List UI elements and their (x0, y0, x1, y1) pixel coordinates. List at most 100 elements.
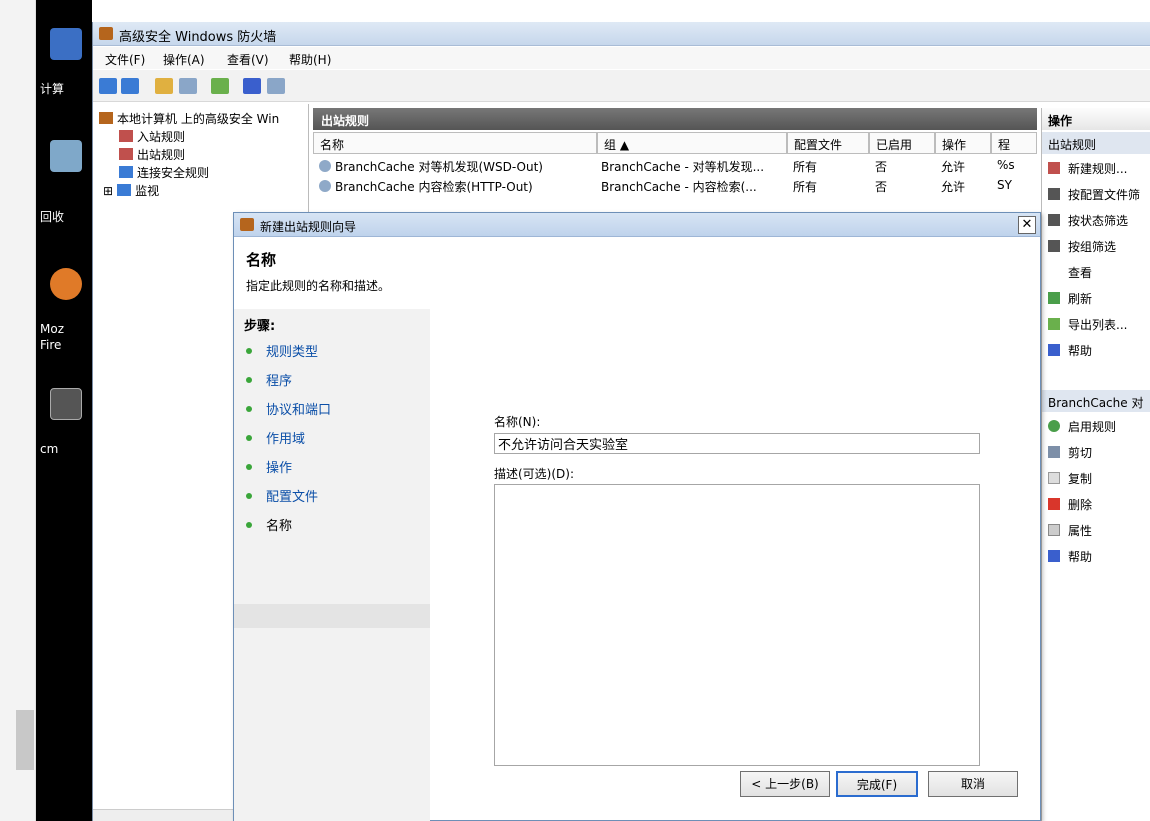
help-icon (1048, 550, 1060, 562)
column-group[interactable]: 组 ▲ (597, 132, 787, 154)
show-tree-icon[interactable] (179, 78, 197, 94)
current-step-highlight (234, 604, 430, 628)
firewall-icon (99, 112, 113, 124)
computer-icon[interactable] (50, 28, 82, 60)
show-action-pane-icon[interactable] (267, 78, 285, 94)
menu-action[interactable]: 操作(A) (163, 51, 205, 68)
refresh-icon (1048, 292, 1060, 304)
action-delete[interactable]: 删除 (1048, 496, 1092, 513)
action-label: 帮助 (1068, 344, 1093, 358)
cell-action: 允许 (941, 160, 966, 174)
finish-button[interactable]: 完成(F) (836, 771, 918, 797)
action-filter-group[interactable]: 按组筛选 (1048, 238, 1116, 255)
tree-item-outbound[interactable]: 出站规则 (119, 146, 185, 163)
back-button[interactable]: < 上一步(B) (740, 771, 830, 797)
cell-program: SY (997, 178, 1012, 192)
view-icon (1048, 266, 1060, 278)
cell-program: %s (997, 158, 1015, 172)
delete-icon (1048, 498, 1060, 510)
rule-disabled-icon (319, 160, 331, 172)
connection-security-icon (119, 166, 133, 178)
export-icon[interactable] (211, 78, 229, 94)
column-name[interactable]: 名称 (313, 132, 597, 154)
step-bullet-icon (246, 464, 252, 470)
actions-header: 操作 (1042, 108, 1150, 130)
cmd-icon[interactable] (50, 388, 82, 420)
menu-view[interactable]: 查看(V) (227, 51, 269, 68)
back-arrow-icon[interactable] (99, 78, 117, 94)
host-left-panel (0, 0, 36, 821)
action-new-rule[interactable]: 新建规则... (1048, 160, 1127, 177)
cell-name: BranchCache 内容检索(HTTP-Out) (335, 180, 533, 194)
cancel-button[interactable]: 取消 (928, 771, 1018, 797)
action-label: 复制 (1068, 472, 1093, 486)
action-filter-profile[interactable]: 按配置文件筛 (1048, 186, 1140, 203)
tree-item-inbound[interactable]: 入站规则 (119, 128, 185, 145)
firewall-icon (240, 218, 254, 231)
step-program[interactable]: 程序 (266, 370, 292, 389)
wizard-subtitle: 指定此规则的名称和描述。 (246, 279, 391, 293)
desktop-label-computer: 计算 (40, 82, 65, 96)
action-help[interactable]: 帮助 (1048, 342, 1092, 359)
help-icon (1048, 344, 1060, 356)
action-help-rule[interactable]: 帮助 (1048, 548, 1092, 565)
recycle-bin-icon[interactable] (50, 140, 82, 172)
steps-title: 步骤: (244, 319, 276, 334)
toolbar (93, 70, 1150, 102)
column-enabled[interactable]: 已启用 (869, 132, 935, 154)
description-field-label: 描述(可选)(D): (494, 467, 575, 481)
step-name[interactable]: 名称 (266, 515, 292, 534)
cell-action: 允许 (941, 180, 966, 194)
action-filter-state[interactable]: 按状态筛选 (1048, 212, 1128, 229)
step-scope[interactable]: 作用域 (266, 428, 305, 447)
column-program[interactable]: 程 (991, 132, 1037, 154)
window-titlebar[interactable]: 高级安全 Windows 防火墙 (93, 22, 1150, 46)
rule-disabled-icon (319, 180, 331, 192)
firefox-icon[interactable] (50, 268, 82, 300)
tree-item-connection-security[interactable]: 连接安全规则 (119, 164, 209, 181)
step-profile[interactable]: 配置文件 (266, 486, 318, 505)
action-enable-rule[interactable]: 启用规则 (1048, 418, 1116, 435)
step-rule-type[interactable]: 规则类型 (266, 341, 318, 360)
action-label: 属性 (1068, 524, 1093, 538)
export-icon (1048, 318, 1060, 330)
step-action[interactable]: 操作 (266, 457, 292, 476)
actions-section-outbound[interactable]: 出站规则 (1042, 132, 1150, 154)
scissors-icon (1048, 446, 1060, 458)
menu-file[interactable]: 文件(F) (105, 51, 145, 68)
help-icon[interactable] (243, 78, 261, 94)
actions-section-rule[interactable]: BranchCache 对 (1042, 390, 1150, 412)
column-action[interactable]: 操作 (935, 132, 991, 154)
new-outbound-rule-wizard: 新建出站规则向导 ✕ 名称 指定此规则的名称和描述。 步骤: 规则类型 程序 协… (233, 212, 1041, 821)
menu-help[interactable]: 帮助(H) (289, 51, 331, 68)
tree-item-monitor[interactable]: ⊞ 监视 (103, 182, 159, 199)
close-icon[interactable]: ✕ (1018, 216, 1036, 234)
tree-root-label: 本地计算机 上的高级安全 Win (117, 112, 280, 126)
action-cut[interactable]: 剪切 (1048, 444, 1092, 461)
wizard-titlebar[interactable]: 新建出站规则向导 ✕ (234, 213, 1040, 237)
new-rule-icon (1048, 162, 1060, 174)
action-properties[interactable]: 属性 (1048, 522, 1092, 539)
action-label: 按配置文件筛 (1068, 188, 1141, 202)
column-profile[interactable]: 配置文件 (787, 132, 869, 154)
cell-enabled: 否 (875, 180, 888, 194)
action-label: 启用规则 (1068, 420, 1117, 434)
name-field[interactable] (494, 433, 980, 454)
firewall-icon (99, 27, 113, 40)
forward-arrow-icon[interactable] (121, 78, 139, 94)
host-scrollbar-thumb[interactable] (16, 710, 34, 770)
name-field-label: 名称(N): (494, 415, 541, 429)
tree-item-inbound-label: 入站规则 (137, 130, 186, 144)
action-label: 刷新 (1068, 292, 1093, 306)
up-folder-icon[interactable] (155, 78, 173, 94)
action-refresh[interactable]: 刷新 (1048, 290, 1092, 307)
step-protocol-port[interactable]: 协议和端口 (266, 399, 331, 418)
tree-item-outbound-label: 出站规则 (137, 148, 186, 162)
tree-root[interactable]: 本地计算机 上的高级安全 Win (99, 110, 279, 127)
description-field[interactable] (494, 484, 980, 766)
action-label: 帮助 (1068, 550, 1093, 564)
expand-icon[interactable]: ⊞ (103, 184, 113, 198)
action-copy[interactable]: 复制 (1048, 470, 1092, 487)
action-view[interactable]: 查看 (1048, 264, 1092, 281)
action-export-list[interactable]: 导出列表... (1048, 316, 1127, 333)
